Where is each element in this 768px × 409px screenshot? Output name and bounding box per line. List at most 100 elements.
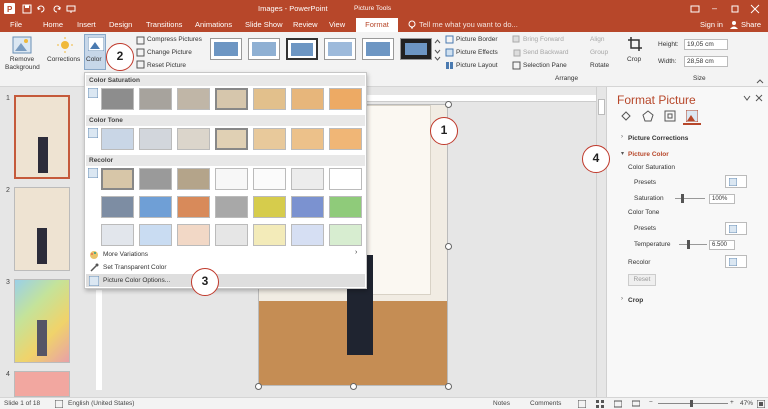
resize-handle[interactable] (445, 243, 452, 250)
bring-forward-button[interactable]: Bring Forward (523, 36, 564, 43)
send-backward-button[interactable]: Send Backward (523, 49, 569, 56)
picture-corrections-section[interactable]: Picture Corrections (628, 135, 688, 142)
picture-effects-button[interactable]: Picture Effects (456, 49, 498, 56)
slideshow-view-icon[interactable] (632, 400, 640, 408)
saturation-swatch[interactable] (215, 88, 248, 110)
resize-handle[interactable] (350, 383, 357, 390)
zoom-in-button[interactable]: + (730, 399, 734, 406)
style-thumb[interactable] (286, 38, 318, 60)
compress-pictures-button[interactable]: Compress Pictures (147, 36, 202, 43)
comments-button[interactable]: Comments (530, 400, 561, 407)
undo-icon[interactable] (36, 4, 46, 14)
recolor-swatch[interactable] (139, 196, 172, 218)
recolor-swatch[interactable] (215, 224, 248, 246)
crop-section[interactable]: Crop (628, 297, 643, 304)
tone-swatch[interactable] (329, 128, 362, 150)
tab-animations[interactable]: Animations (195, 20, 232, 29)
ribbon-display-icon[interactable] (690, 4, 700, 14)
temperature-slider-thumb[interactable] (687, 240, 690, 249)
tab-view[interactable]: View (329, 20, 345, 29)
rotate-button[interactable]: Rotate (590, 62, 609, 69)
saturation-slider[interactable] (675, 198, 705, 199)
tab-slide-show[interactable]: Slide Show (245, 20, 283, 29)
height-input[interactable]: 19,05 cm (684, 39, 728, 50)
saturation-swatch[interactable] (177, 88, 210, 110)
recolor-swatch[interactable] (215, 196, 248, 218)
tab-design[interactable]: Design (109, 20, 132, 29)
color-button[interactable]: Color (84, 34, 106, 70)
recolor-swatch[interactable] (177, 168, 210, 190)
size-properties-icon[interactable] (664, 110, 676, 122)
close-icon[interactable] (750, 4, 760, 14)
picture-tab-icon[interactable] (686, 110, 698, 122)
recolor-swatch[interactable] (215, 168, 248, 190)
resize-handle[interactable] (445, 383, 452, 390)
saturation-slider-thumb[interactable] (681, 194, 684, 203)
tab-file[interactable]: File (10, 20, 22, 29)
saturation-swatch[interactable] (291, 88, 324, 110)
gallery-scroll-icon[interactable] (434, 38, 441, 62)
tone-swatch[interactable] (291, 128, 324, 150)
tone-swatch[interactable] (139, 128, 172, 150)
slide-thumbnail[interactable] (14, 279, 70, 363)
crop-icon[interactable] (627, 36, 643, 52)
vertical-scrollbar[interactable] (596, 87, 606, 397)
temperature-slider[interactable] (679, 244, 707, 245)
style-thumb[interactable] (248, 38, 280, 60)
reset-picture-button[interactable]: Reset Picture (147, 62, 186, 69)
crop-button[interactable]: Crop (627, 56, 641, 63)
recolor-swatch[interactable] (177, 196, 210, 218)
save-icon[interactable] (22, 4, 32, 14)
slide-thumbnail[interactable] (14, 371, 70, 397)
remove-background-button[interactable]: Remove Background (5, 56, 40, 72)
resize-handle[interactable] (255, 383, 262, 390)
width-input[interactable]: 28,58 cm (684, 56, 728, 67)
style-thumb[interactable] (324, 38, 356, 60)
recolor-swatch[interactable] (253, 196, 286, 218)
restore-icon[interactable] (730, 4, 740, 14)
corrections-button[interactable]: Corrections (47, 56, 80, 63)
fill-line-icon[interactable] (620, 110, 632, 122)
style-thumb[interactable] (210, 38, 242, 60)
saturation-presets-dropdown[interactable] (725, 175, 747, 188)
notes-button[interactable]: Notes (493, 400, 510, 407)
recolor-swatch[interactable] (139, 168, 172, 190)
tab-format[interactable]: Format (356, 18, 398, 32)
resize-handle[interactable] (445, 101, 452, 108)
tab-home[interactable]: Home (43, 20, 63, 29)
zoom-level[interactable]: 47% (740, 400, 753, 407)
saturation-swatch[interactable] (329, 88, 362, 110)
recolor-swatch[interactable] (139, 224, 172, 246)
normal-view-icon[interactable] (578, 400, 586, 408)
remove-background-icon[interactable] (12, 36, 32, 54)
slide-thumbnail[interactable] (14, 95, 70, 179)
scroll-thumb[interactable] (598, 99, 605, 115)
zoom-out-button[interactable]: − (649, 399, 653, 406)
recolor-swatch[interactable] (329, 196, 362, 218)
picture-border-button[interactable]: Picture Border (456, 36, 498, 43)
tab-transitions[interactable]: Transitions (146, 20, 182, 29)
group-button[interactable]: Group (590, 49, 608, 56)
tell-me-input[interactable]: Tell me what you want to do... (419, 20, 518, 29)
redo-icon[interactable] (52, 4, 62, 14)
spellcheck-icon[interactable] (55, 400, 63, 408)
slide-thumbnail[interactable] (14, 187, 70, 271)
recolor-swatch[interactable] (253, 168, 286, 190)
recolor-swatch[interactable] (101, 168, 134, 190)
present-icon[interactable] (66, 4, 76, 14)
pane-close-icon[interactable] (755, 94, 763, 102)
picture-color-section[interactable]: Picture Color (628, 151, 669, 158)
recolor-swatch[interactable] (177, 224, 210, 246)
recolor-swatch[interactable] (101, 196, 134, 218)
slide-sorter-icon[interactable] (596, 400, 604, 408)
saturation-swatch[interactable] (253, 88, 286, 110)
recolor-swatch[interactable] (329, 168, 362, 190)
tab-review[interactable]: Review (293, 20, 318, 29)
picture-color-options-item[interactable]: Picture Color Options... (86, 274, 365, 287)
zoom-slider-thumb[interactable] (690, 400, 693, 407)
recolor-swatch[interactable] (291, 168, 324, 190)
set-transparent-color-item[interactable]: Set Transparent Color (86, 261, 365, 274)
saturation-input[interactable]: 100% (709, 194, 735, 204)
minimize-button[interactable]: – (712, 3, 717, 13)
share-button[interactable]: Share (741, 20, 761, 29)
